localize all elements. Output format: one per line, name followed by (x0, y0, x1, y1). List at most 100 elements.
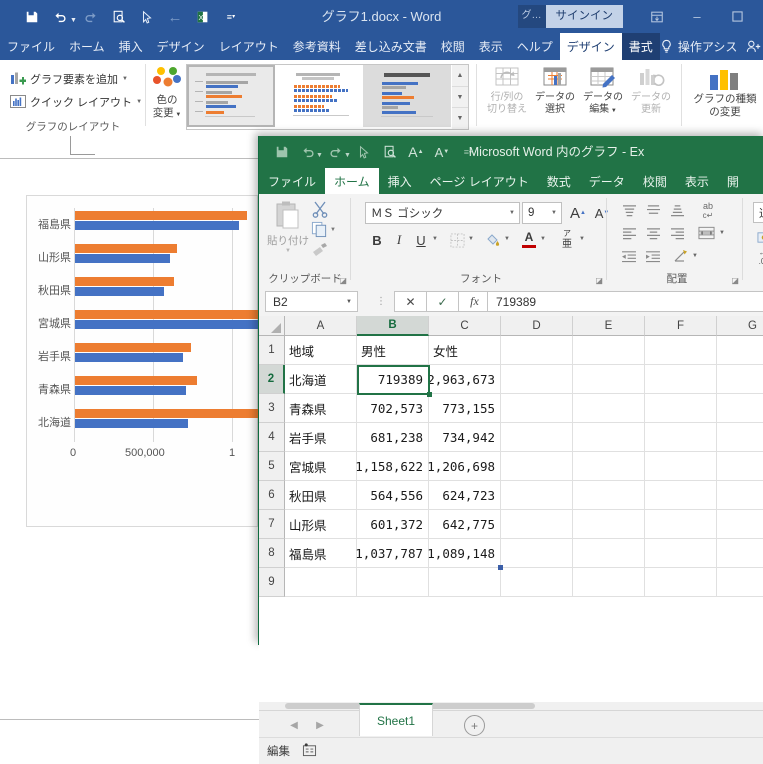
borders-button[interactable] (447, 230, 467, 250)
row-header-5[interactable]: 5 (259, 452, 285, 481)
cell-C5[interactable]: 1,206,698 (429, 452, 501, 481)
data-range-handle[interactable] (498, 565, 503, 570)
font-size-dropdown-icon[interactable]: ▼ (551, 210, 557, 216)
copy-dropdown-icon[interactable]: ▼ (330, 227, 336, 233)
merge-cells-button[interactable] (695, 224, 717, 242)
cell-C4[interactable]: 734,942 (429, 423, 501, 452)
excel-tab-data[interactable]: データ (580, 168, 634, 194)
tab-review[interactable]: 校閲 (434, 33, 472, 60)
signin-button[interactable]: サインイン (546, 5, 624, 28)
tab-file[interactable]: ファイル (0, 33, 62, 60)
cell-F9[interactable] (645, 568, 717, 597)
add-chart-element-dropdown-icon[interactable]: ▼ (122, 76, 128, 82)
ribbon-display-options-icon[interactable] (637, 4, 677, 29)
text-orientation-dropdown-icon[interactable]: ▼ (692, 253, 698, 259)
word-tab-strip[interactable]: ファイル ホーム 挿入 デザイン レイアウト 参考資料 差し込み文書 校閲 表示… (0, 33, 763, 60)
cell-F3[interactable] (645, 394, 717, 423)
cell-B6[interactable]: 564,556 (357, 481, 429, 510)
row-header-2[interactable]: 2 (259, 365, 285, 394)
excel-tab-view[interactable]: 表示 (676, 168, 718, 194)
cell-C9[interactable] (429, 568, 501, 597)
borders-dropdown-icon[interactable]: ▼ (468, 236, 474, 242)
edit-data-button[interactable]: データの編集 ▼ (580, 66, 626, 116)
chart-styles-gallery[interactable] (186, 64, 454, 130)
cell-G3[interactable] (717, 394, 763, 423)
tab-home[interactable]: ホーム (62, 33, 112, 60)
cell-B3[interactable]: 702,573 (357, 394, 429, 423)
cell-G2[interactable] (717, 365, 763, 394)
excel-tab-page-layout[interactable]: ページ レイアウト (421, 168, 538, 194)
italic-button[interactable]: I (389, 230, 409, 250)
cell-F1[interactable] (645, 336, 717, 365)
excel-tab-file[interactable]: ファイル (259, 168, 325, 194)
chart-object[interactable]: 福島県 山形県 秋田県 宮城県 岩手県 青森県 北海道 (26, 195, 258, 527)
formula-bar-buttons[interactable]: ✕ ✓ fx (394, 291, 490, 312)
tab-insert[interactable]: 挿入 (112, 33, 150, 60)
cell-A4[interactable]: 岩手県 (285, 423, 357, 452)
chart-style-option-1[interactable] (187, 65, 275, 127)
sheet-tab-sheet1[interactable]: Sheet1 (359, 703, 433, 736)
tell-me-box[interactable]: 操作アシス (673, 33, 745, 60)
cell-G5[interactable] (717, 452, 763, 481)
cell-F7[interactable] (645, 510, 717, 539)
gallery-more-icon[interactable]: ▼ (452, 108, 468, 129)
cell-A8[interactable]: 福島県 (285, 539, 357, 568)
cell-F8[interactable] (645, 539, 717, 568)
bold-button[interactable]: B (367, 230, 387, 250)
cell-C7[interactable]: 642,775 (429, 510, 501, 539)
tab-design[interactable]: デザイン (150, 33, 212, 60)
spreadsheet-grid[interactable]: A B C D E F G 1 2 3 4 5 6 7 8 9 地域 男性 女性… (259, 316, 763, 710)
cell-D7[interactable] (501, 510, 573, 539)
font-color-button[interactable]: A (519, 228, 539, 250)
cell-A5[interactable]: 宮城県 (285, 452, 357, 481)
number-format-select[interactable]: 通 (753, 202, 763, 223)
excel-tab-review[interactable]: 校閲 (634, 168, 676, 194)
underline-button[interactable]: U (411, 230, 431, 250)
fill-color-button[interactable] (483, 230, 503, 250)
cell-G1[interactable] (717, 336, 763, 365)
cell-D9[interactable] (501, 568, 573, 597)
cell-E7[interactable] (573, 510, 645, 539)
align-center-button[interactable] (643, 224, 663, 242)
cell-D6[interactable] (501, 481, 573, 510)
cell-G4[interactable] (717, 423, 763, 452)
row-header-6[interactable]: 6 (259, 481, 285, 510)
add-chart-element-button[interactable]: グラフ要素を追加 ▼ (10, 69, 128, 89)
cell-E3[interactable] (573, 394, 645, 423)
enter-entry-button[interactable]: ✓ (426, 291, 458, 312)
cell-G9[interactable] (717, 568, 763, 597)
cell-C1[interactable]: 女性 (429, 336, 501, 365)
excel-tab-developer[interactable]: 開 (718, 168, 748, 194)
name-box[interactable]: B2 ▼ (265, 291, 358, 312)
share-person-icon[interactable] (744, 33, 763, 60)
font-dialog-launcher-icon[interactable]: ◪ (595, 276, 603, 285)
row-header-8[interactable]: 8 (259, 539, 285, 568)
cell-F2[interactable] (645, 365, 717, 394)
align-bottom-button[interactable] (667, 201, 687, 219)
cell-F5[interactable] (645, 452, 717, 481)
row-header-9[interactable]: 9 (259, 568, 285, 597)
wrap-text-button[interactable]: ab c↵ (695, 199, 721, 221)
tab-references[interactable]: 参考資料 (286, 33, 348, 60)
cell-A2[interactable]: 北海道 (285, 365, 357, 394)
chart-style-option-3[interactable] (363, 65, 451, 127)
tab-view[interactable]: 表示 (472, 33, 510, 60)
cell-B8[interactable]: 1,037,787 (357, 539, 429, 568)
cell-F6[interactable] (645, 481, 717, 510)
restore-button[interactable] (717, 4, 757, 29)
cell-F4[interactable] (645, 423, 717, 452)
cell-D5[interactable] (501, 452, 573, 481)
gallery-scroll-up-icon[interactable]: ▲ (452, 65, 468, 87)
excel-tab-home[interactable]: ホーム (325, 168, 379, 194)
cell-C6[interactable]: 624,723 (429, 481, 501, 510)
copy-button[interactable]: ▼ (311, 221, 336, 238)
cell-E9[interactable] (573, 568, 645, 597)
row-header-3[interactable]: 3 (259, 394, 285, 423)
tab-layout[interactable]: レイアウト (212, 33, 286, 60)
column-header-E[interactable]: E (573, 316, 645, 336)
align-middle-button[interactable] (643, 201, 663, 219)
excel-tab-insert[interactable]: 挿入 (379, 168, 421, 194)
tab-help[interactable]: ヘルプ (510, 33, 560, 60)
quick-layout-dropdown-icon[interactable]: ▼ (136, 99, 142, 105)
horizontal-scroll-strip[interactable] (259, 702, 763, 710)
